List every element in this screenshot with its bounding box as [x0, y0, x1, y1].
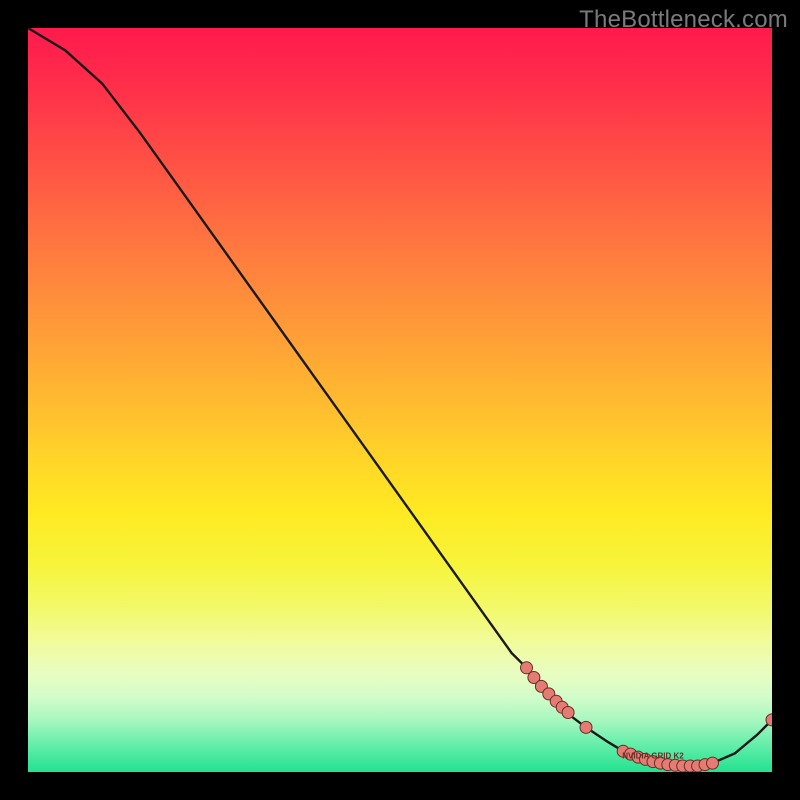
data-marker: [562, 707, 574, 719]
bottleneck-curve: NVIDIA GRID K2: [28, 28, 772, 772]
chart-stage: TheBottleneck.com NVIDIA GRID K2: [0, 0, 800, 800]
data-marker: [580, 721, 592, 733]
curve-path: [28, 28, 772, 766]
data-marker: [707, 757, 719, 769]
plot-area: NVIDIA GRID K2: [28, 28, 772, 772]
series-annotation: NVIDIA GRID K2: [622, 752, 684, 761]
